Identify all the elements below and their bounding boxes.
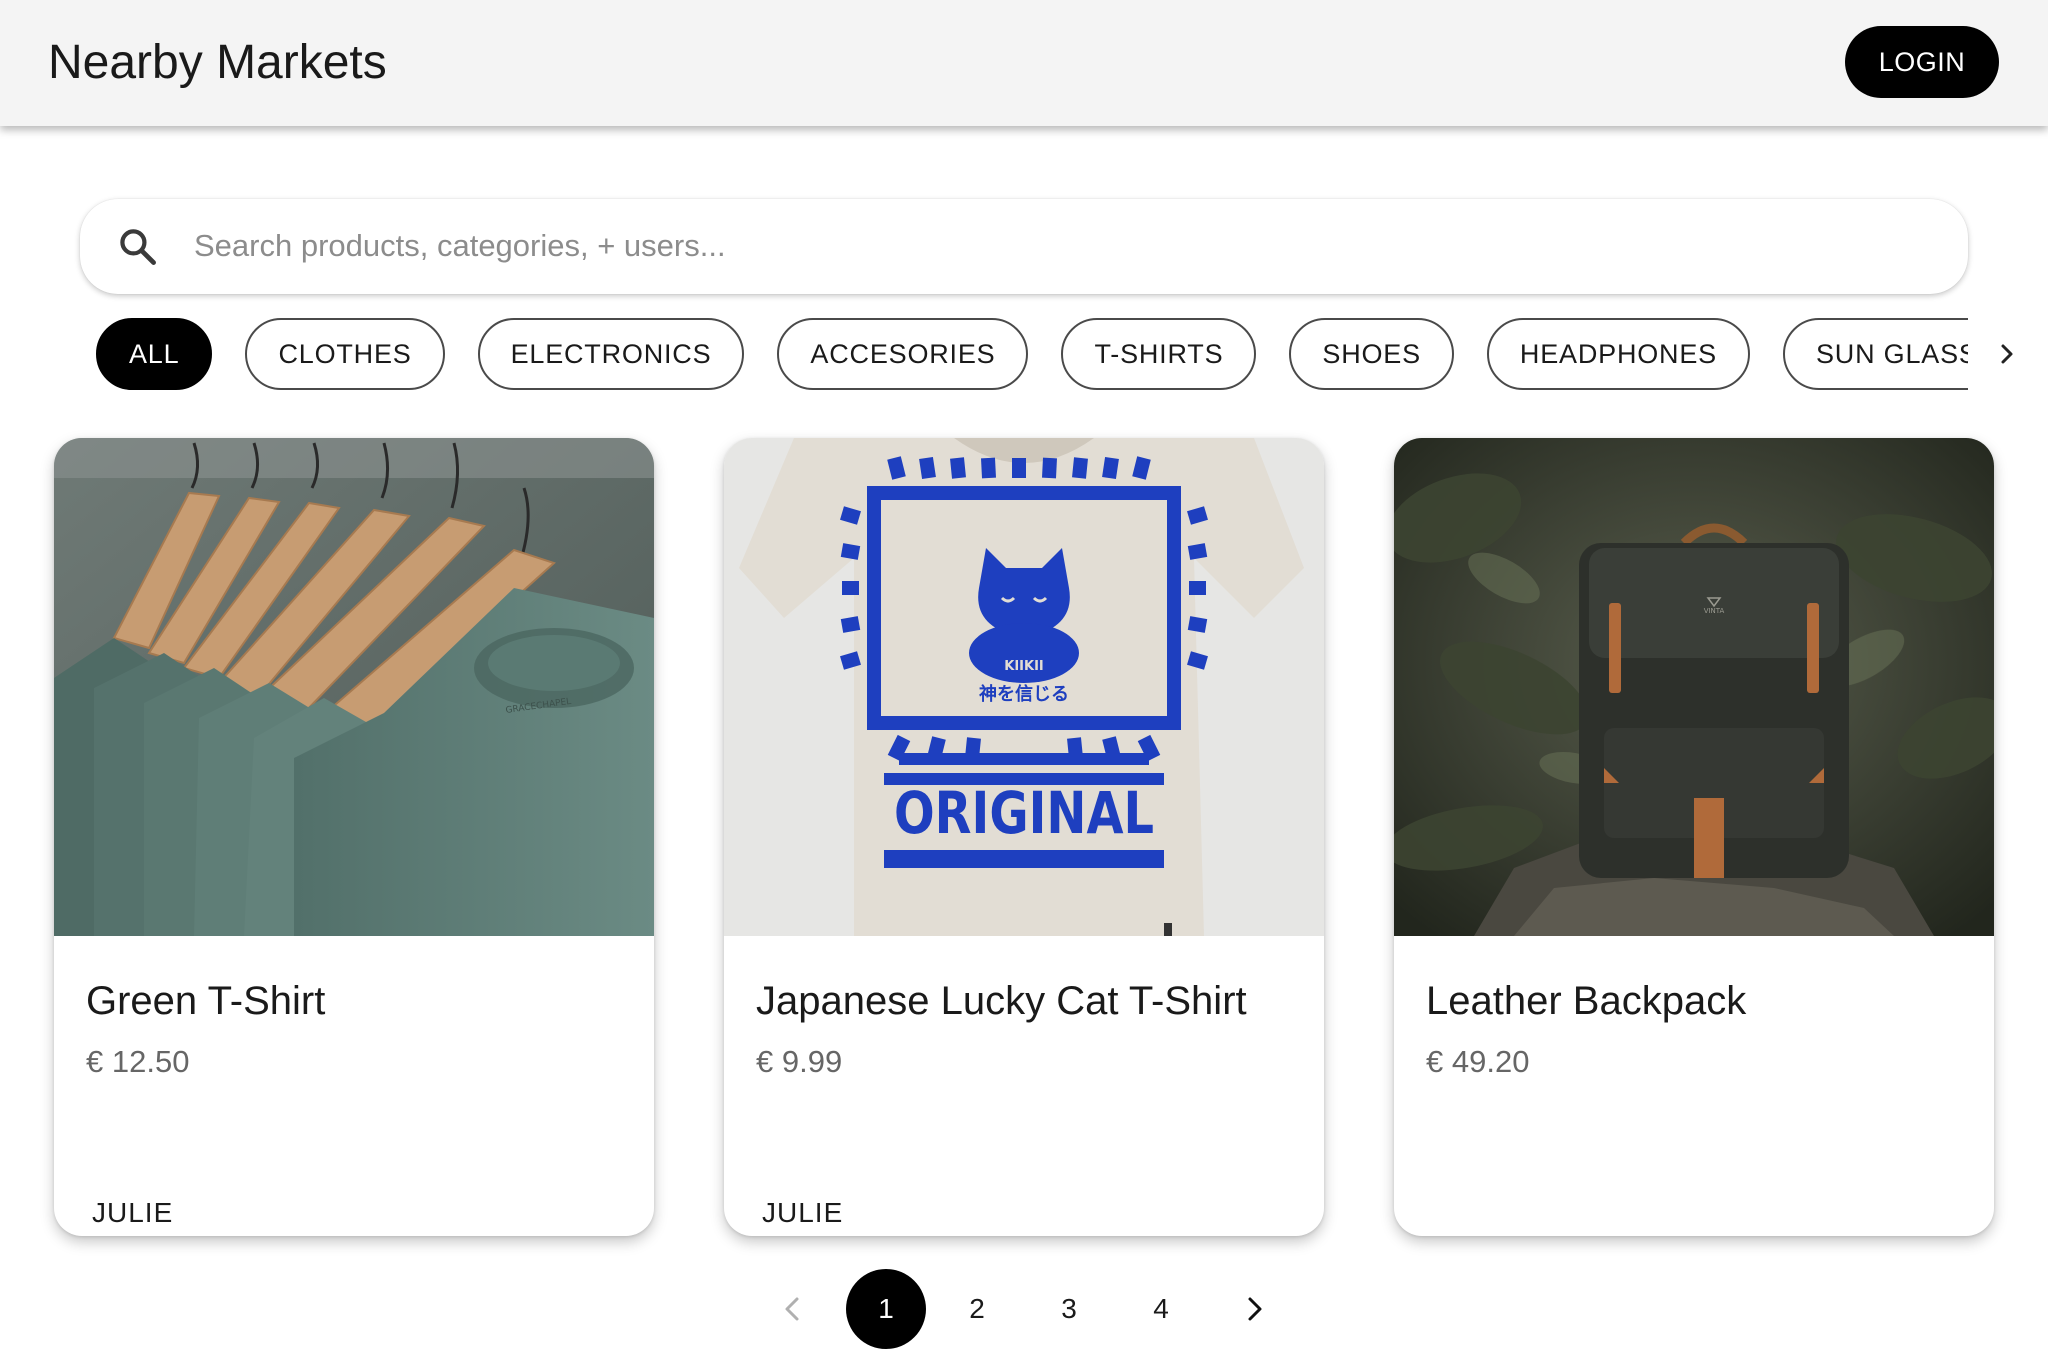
previous-page-button[interactable] xyxy=(764,1280,822,1338)
print-brand-text: KIIKII xyxy=(1004,659,1044,674)
product-title: Japanese Lucky Cat T-Shirt xyxy=(756,979,1247,1023)
backpack-logo-text: VINTA xyxy=(1704,607,1725,615)
product-image: VINTA xyxy=(1394,438,1994,936)
seller-name[interactable]: JULIE xyxy=(762,1195,843,1231)
chevron-right-icon xyxy=(1248,1297,1262,1321)
product-price: € 9.99 xyxy=(756,1044,843,1079)
print-japanese-text: 神を信じる xyxy=(979,683,1069,705)
login-button[interactable]: LOGIN xyxy=(1845,26,1999,98)
product-image: GRACECHAPEL xyxy=(54,438,654,936)
chevron-left-icon xyxy=(785,1297,799,1321)
search-icon xyxy=(120,229,156,265)
search-bar xyxy=(80,199,1968,294)
chip-accesories[interactable]: ACCESORIES xyxy=(777,318,1029,390)
print-original-text: ORIGINAL xyxy=(894,779,1154,847)
page-button-3[interactable]: 3 xyxy=(1029,1269,1109,1349)
chip-headphones[interactable]: HEADPHONES xyxy=(1486,318,1750,390)
product-image: KIIKII 神を信じる ORIGINAL xyxy=(724,438,1324,936)
product-card[interactable]: VINTA Leather Backpack € 49.20 xyxy=(1394,438,1994,1236)
chip-clothes[interactable]: CLOTHES xyxy=(245,318,445,390)
chip-electronics[interactable]: ELECTRONICS xyxy=(477,318,745,390)
seller-name[interactable]: JULIE xyxy=(92,1195,173,1231)
app-title: Nearby Markets xyxy=(48,36,387,89)
page-button-4[interactable]: 4 xyxy=(1121,1269,1201,1349)
search-input[interactable] xyxy=(192,217,1932,275)
chevron-right-icon xyxy=(2001,344,2013,364)
chip-sun-glasses[interactable]: SUN GLASSES xyxy=(1782,318,1968,390)
category-chip-row: ALL CLOTHES ELECTRONICS ACCESORIES T-SHI… xyxy=(96,318,1968,390)
chip-shoes[interactable]: SHOES xyxy=(1289,318,1454,390)
chip-all[interactable]: ALL xyxy=(96,318,213,390)
product-title: Leather Backpack xyxy=(1426,979,1747,1023)
product-title: Green T-Shirt xyxy=(86,979,326,1023)
chip-t-shirts[interactable]: T-SHIRTS xyxy=(1061,318,1257,390)
page-button-2[interactable]: 2 xyxy=(937,1269,1017,1349)
next-page-button[interactable] xyxy=(1225,1280,1283,1338)
chips-scroll-right-button[interactable] xyxy=(1986,336,2030,372)
category-chips: ALL CLOTHES ELECTRONICS ACCESORIES T-SHI… xyxy=(96,318,1968,390)
app-bar: Nearby Markets LOGIN xyxy=(0,0,2048,126)
product-card[interactable]: KIIKII 神を信じる ORIGINAL Japanese Lucky Cat… xyxy=(724,438,1324,1236)
page-button-1[interactable]: 1 xyxy=(846,1269,926,1349)
product-card[interactable]: GRACECHAPEL Green T-Shirt € 12.50 JULIE xyxy=(54,438,654,1236)
product-price: € 12.50 xyxy=(86,1044,190,1079)
product-price: € 49.20 xyxy=(1426,1044,1530,1079)
